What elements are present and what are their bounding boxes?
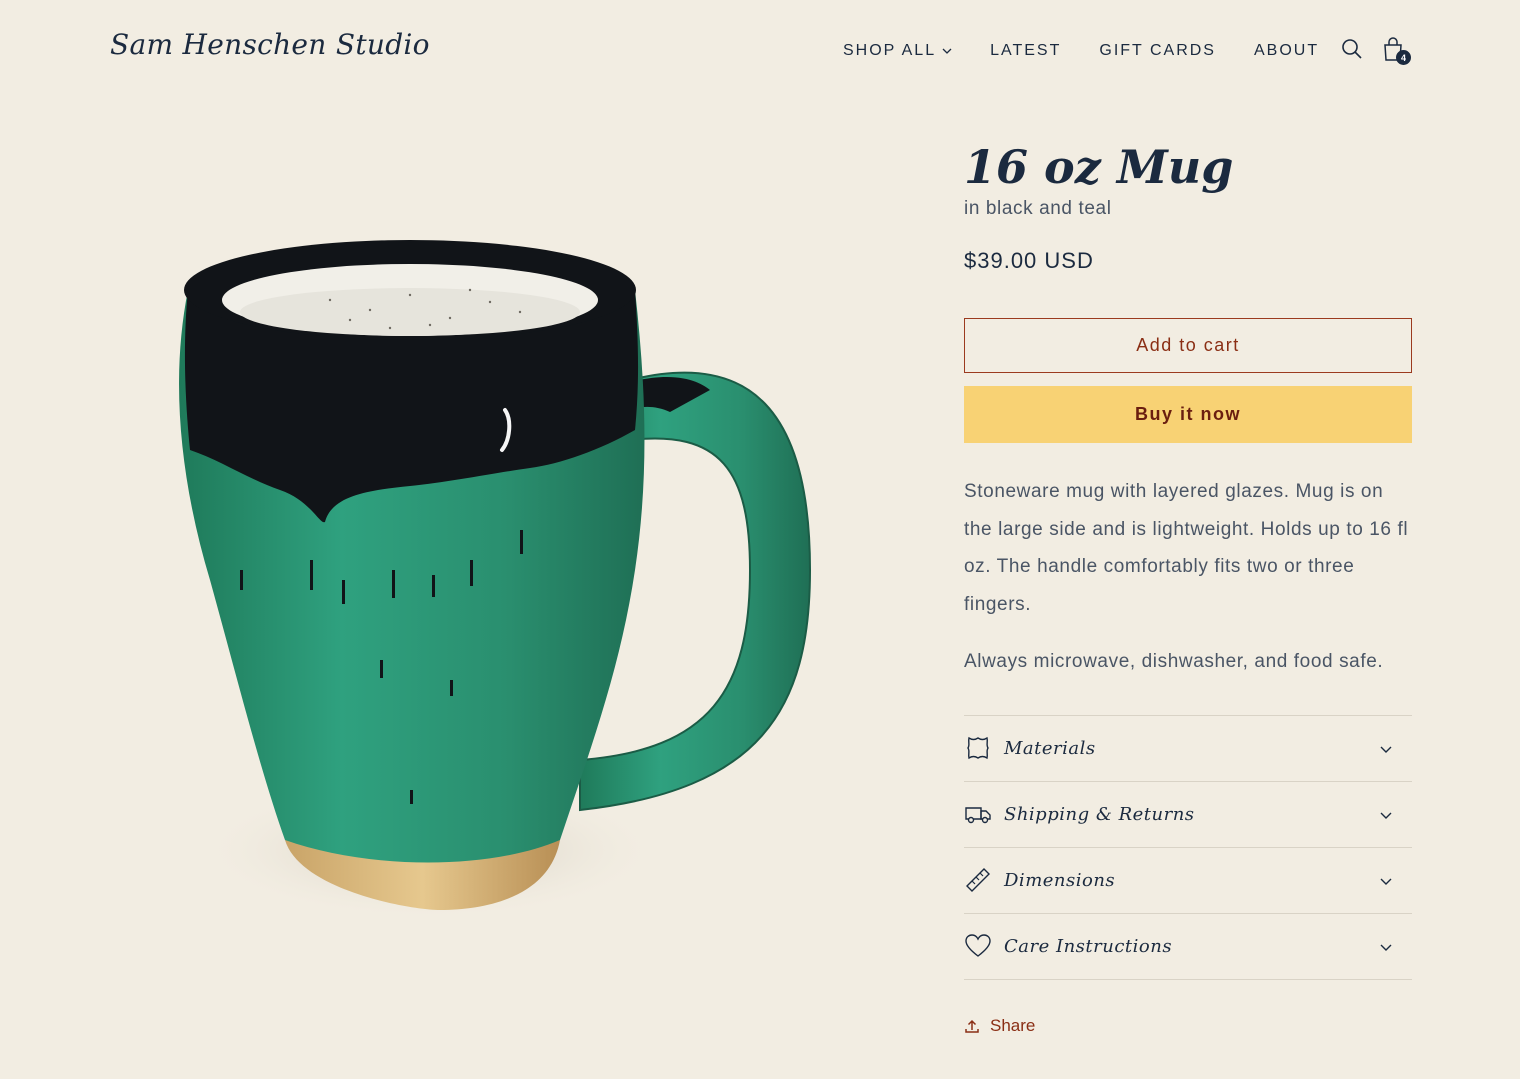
- site-header: Sam Henschen Studio SHOP ALL LATEST GIFT…: [0, 0, 1520, 100]
- product-description: Stoneware mug with layered glazes. Mug i…: [964, 473, 1412, 681]
- cart-button[interactable]: 4: [1381, 36, 1411, 65]
- description-paragraph: Stoneware mug with layered glazes. Mug i…: [964, 481, 1409, 615]
- product-info: 16 oz Mug in black and teal $39.00 USD A…: [964, 140, 1412, 1036]
- accordion-label: Care Instructions: [1004, 935, 1173, 957]
- nav-label: GIFT CARDS: [1099, 42, 1216, 59]
- main-nav: SHOP ALL LATEST GIFT CARDS ABOUT: [843, 40, 1357, 62]
- share-button[interactable]: Share: [964, 1016, 1412, 1036]
- accordion-materials[interactable]: Materials: [964, 716, 1412, 782]
- accordion-shipping-returns[interactable]: Shipping & Returns: [964, 782, 1412, 848]
- search-button[interactable]: [1340, 36, 1364, 62]
- accordion-label: Materials: [1004, 737, 1096, 759]
- header-icons: 4: [1340, 36, 1411, 65]
- share-icon: [965, 1019, 979, 1033]
- chevron-down-icon: [942, 48, 952, 54]
- site-logo[interactable]: Sam Henschen Studio: [110, 28, 430, 61]
- cart-count-badge: 4: [1396, 50, 1411, 65]
- accordion-label: Shipping & Returns: [1004, 803, 1195, 825]
- nav-label: ABOUT: [1253, 42, 1320, 59]
- share-label: Share: [990, 1015, 1036, 1035]
- heart-icon: [965, 934, 991, 957]
- chevron-down-icon: [1380, 746, 1392, 753]
- add-to-cart-button[interactable]: Add to cart: [964, 318, 1412, 373]
- description-paragraph: Always microwave, dishwasher, and food s…: [964, 651, 1384, 672]
- nav-item-gift-cards[interactable]: GIFT CARDS: [1099, 42, 1216, 60]
- product-price: $39.00 USD: [964, 248, 1094, 273]
- product-image[interactable]: [110, 150, 900, 1030]
- nav-item-latest[interactable]: LATEST: [990, 42, 1061, 60]
- accordion-dimensions[interactable]: Dimensions: [964, 848, 1412, 914]
- truck-icon: [965, 807, 991, 824]
- accordion-label: Dimensions: [1004, 869, 1116, 891]
- product-subtitle: in black and teal: [964, 198, 1112, 219]
- chevron-down-icon: [1380, 944, 1392, 951]
- accordion-care-instructions[interactable]: Care Instructions: [964, 914, 1412, 980]
- product-accordion: Materials Shipping & Returns Dimensions …: [964, 714, 1412, 980]
- nav-label: LATEST: [990, 42, 1062, 59]
- nav-label: SHOP ALL: [843, 42, 937, 59]
- nav-item-about[interactable]: ABOUT: [1254, 42, 1319, 60]
- product-title: 16 oz Mug: [964, 140, 1234, 194]
- leather-icon: [967, 736, 989, 760]
- nav-item-shop-all[interactable]: SHOP ALL: [843, 42, 952, 60]
- search-icon: [1342, 39, 1362, 59]
- chevron-down-icon: [1380, 878, 1392, 885]
- ruler-icon: [966, 868, 990, 892]
- buy-it-now-button[interactable]: Buy it now: [964, 386, 1412, 443]
- chevron-down-icon: [1380, 812, 1392, 819]
- mug-product-image: [179, 240, 812, 920]
